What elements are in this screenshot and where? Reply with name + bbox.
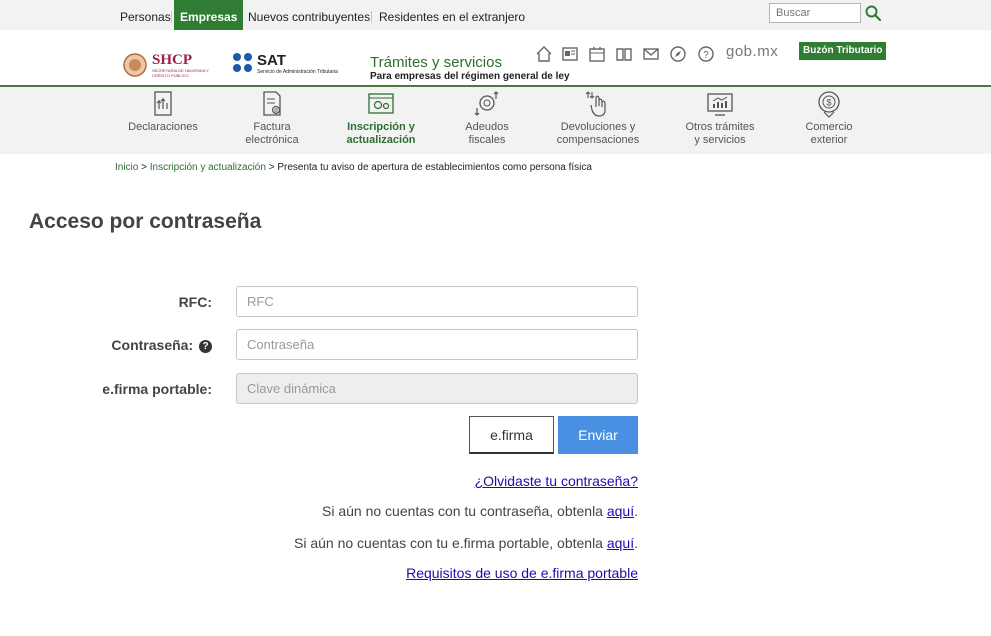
enviar-button[interactable]: Enviar	[558, 416, 638, 454]
factura-icon: @	[263, 91, 281, 116]
efirma-button[interactable]: e.firma	[469, 416, 554, 454]
otros-tramites-icon	[707, 93, 733, 116]
sat-logo-text: SAT	[257, 52, 286, 69]
no-efirma-text: Si aún no cuentas con tu e.firma portabl…	[293, 535, 607, 551]
header: SHCP SECRETARÍA DE HACIENDA Y CRÉDITO PÚ…	[0, 30, 991, 85]
svg-text:?: ?	[703, 50, 709, 61]
divider	[171, 11, 172, 23]
breadcrumb-separator: >	[141, 162, 147, 173]
password-input[interactable]	[236, 329, 638, 360]
gob-mx-link[interactable]: gob.mx	[726, 43, 778, 60]
news-icon[interactable]	[561, 45, 579, 63]
nav-item-label: y servicios	[694, 134, 746, 146]
breadcrumb-section[interactable]: Inscripción y actualización	[150, 162, 266, 173]
breadcrumb: Inicio > Inscripción y actualización > P…	[115, 162, 592, 173]
search-input[interactable]	[769, 3, 861, 23]
rfc-input[interactable]	[236, 286, 638, 317]
forgot-password-link[interactable]: ¿Olvidaste tu contraseña?	[475, 473, 638, 489]
main-nav: Declaraciones @ Factura electrónica Insc…	[0, 87, 991, 154]
nav-item-label: Otros trámites	[685, 121, 755, 133]
buzon-tributario-button[interactable]: Buzón Tributario	[799, 42, 887, 60]
requisitos-efirma-link[interactable]: Requisitos de uso de e.firma portable	[406, 565, 638, 581]
breadcrumb-separator: >	[268, 162, 275, 173]
nav-empresas[interactable]: Empresas	[174, 0, 244, 30]
no-password-line: Si aún no cuentas con tu contraseña, obt…	[322, 503, 638, 519]
nav-item-label: Inscripción y	[347, 121, 415, 133]
efirma-portable-label: e.firma portable:	[102, 381, 212, 397]
nav-comercio-exterior[interactable]: $ Comercio exterior	[789, 87, 869, 147]
nav-factura-electronica[interactable]: @ Factura electrónica	[232, 87, 312, 147]
nav-devoluciones-compensaciones[interactable]: Devoluciones y compensaciones	[552, 87, 644, 147]
shcp-logo-text: SHCP	[152, 52, 193, 68]
no-password-text: Si aún no cuentas con tu contraseña, obt…	[321, 503, 607, 519]
period: .	[634, 503, 638, 519]
nav-otros-tramites[interactable]: Otros trámites y servicios	[680, 87, 760, 147]
rfc-label: RFC:	[178, 294, 212, 310]
password-help-icon[interactable]: ?	[199, 340, 212, 353]
declaraciones-icon	[154, 91, 172, 116]
shcp-seal-icon	[123, 53, 147, 77]
sat-logo-subtext: Servicio de Administración Tributaria	[257, 69, 338, 75]
page-title: Acceso por contraseña	[29, 210, 262, 233]
mail-icon[interactable]	[642, 45, 660, 63]
devoluciones-icon	[585, 91, 606, 117]
nav-adeudos-fiscales[interactable]: Adeudos fiscales	[447, 87, 527, 147]
header-title: Trámites y servicios	[370, 54, 502, 71]
book-icon[interactable]	[615, 45, 633, 63]
clave-dinamica-input	[236, 373, 638, 404]
comercio-icon: $	[818, 91, 840, 118]
nav-item-label: Devoluciones y	[560, 121, 636, 133]
breadcrumb-current: Presenta tu aviso de apertura de estable…	[277, 162, 592, 173]
nav-residentes-extranjero[interactable]: Residentes en el extranjero	[379, 0, 525, 30]
compass-icon[interactable]	[669, 45, 687, 63]
breadcrumb-home[interactable]: Inicio	[115, 162, 138, 173]
nav-item-label: actualización	[346, 134, 416, 146]
adeudos-icon	[474, 91, 499, 116]
top-bar: Personas Empresas Nuevos contribuyentes …	[0, 0, 991, 30]
password-label: Contraseña:	[111, 337, 194, 353]
sat-dots-icon	[233, 53, 252, 72]
forgot-password-line: ¿Olvidaste tu contraseña?	[475, 473, 638, 489]
nav-personas[interactable]: Personas	[120, 0, 171, 30]
inscripcion-icon	[368, 93, 394, 114]
svg-text:$: $	[826, 98, 831, 108]
help-icon[interactable]: ?	[697, 45, 715, 63]
nav-item-label: Declaraciones	[128, 121, 198, 133]
svg-text:@: @	[273, 108, 278, 114]
search-icon[interactable]	[864, 4, 882, 22]
nav-nuevos-contribuyentes[interactable]: Nuevos contribuyentes	[248, 0, 370, 30]
nav-item-label: Adeudos	[465, 121, 509, 133]
nav-item-label: compensaciones	[556, 134, 640, 146]
period: .	[634, 535, 638, 551]
calendar-icon[interactable]	[588, 45, 606, 63]
no-efirma-line: Si aún no cuentas con tu e.firma portabl…	[294, 535, 638, 551]
get-password-link[interactable]: aquí	[607, 503, 634, 519]
nav-item-label: exterior	[810, 134, 848, 146]
shcp-logo-subtext: SECRETARÍA DE HACIENDA Y CRÉDITO PÚBLICO	[152, 68, 209, 78]
nav-declaraciones[interactable]: Declaraciones	[123, 87, 203, 134]
get-efirma-link[interactable]: aquí	[607, 535, 634, 551]
nav-inscripcion-actualizacion[interactable]: Inscripción y actualización	[341, 87, 421, 147]
divider	[371, 11, 372, 23]
nav-item-label: Comercio	[805, 121, 853, 133]
password-label-wrap: Contraseña: ?	[111, 337, 212, 353]
nav-item-label: electrónica	[245, 134, 299, 146]
home-icon[interactable]	[535, 45, 553, 63]
nav-item-label: fiscales	[468, 134, 506, 146]
header-subtitle: Para empresas del régimen general de ley	[370, 71, 570, 82]
nav-item-label: Factura	[253, 121, 291, 133]
requisitos-line: Requisitos de uso de e.firma portable	[406, 565, 638, 581]
